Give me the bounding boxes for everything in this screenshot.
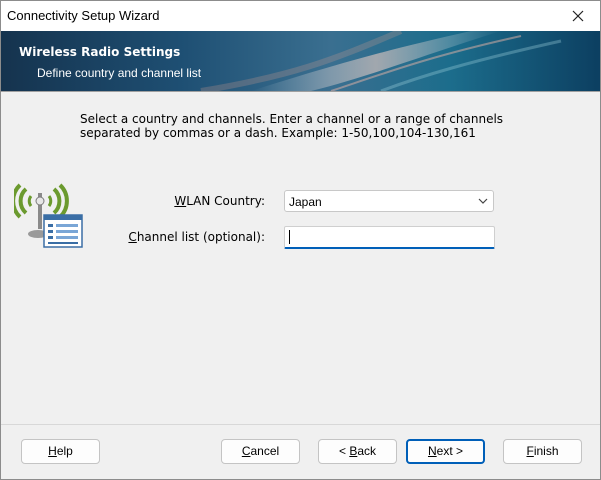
chevron-down-icon [478, 198, 488, 204]
wireless-radio-icon [14, 183, 83, 248]
next-button-label: ext > [436, 444, 464, 458]
channel-list-input[interactable] [284, 226, 495, 249]
back-button[interactable]: < Back [318, 439, 397, 464]
window-title: Connectivity Setup Wizard [7, 8, 160, 23]
channel-list-label-text: hannel list (optional): [136, 230, 265, 244]
text-caret [289, 230, 290, 244]
wlan-country-label: WLAN Country: [151, 194, 265, 208]
instructions-line-2: separated by commas or a dash. Example: … [80, 126, 476, 140]
footer-divider [1, 424, 600, 425]
next-button-mnemonic: N [427, 444, 437, 458]
banner-swoosh-graphic [200, 31, 562, 91]
help-button-label: elp [56, 444, 73, 458]
back-button-label: ack [357, 444, 377, 458]
banner-subtitle: Define country and channel list [37, 66, 202, 80]
finish-button-label: inish [533, 444, 559, 458]
cancel-button-label: ancel [250, 444, 280, 458]
wlan-country-label-mnemonic: W [174, 194, 187, 208]
instructions-line-1: Select a country and channels. Enter a c… [80, 112, 504, 126]
finish-button[interactable]: Finish [503, 439, 582, 464]
close-icon [572, 10, 584, 22]
back-button-prefix: < [338, 444, 350, 458]
channel-list-label: Channel list (optional): [111, 230, 265, 244]
wlan-country-select[interactable]: Japan [284, 190, 494, 212]
close-button[interactable] [556, 1, 600, 31]
next-button[interactable]: Next > [406, 439, 485, 464]
channel-list-label-mnemonic: C [128, 230, 137, 244]
banner-title: Wireless Radio Settings [19, 45, 181, 59]
wlan-country-value: Japan [289, 195, 322, 209]
cancel-button[interactable]: Cancel [221, 439, 300, 464]
title-bar: Connectivity Setup Wizard [1, 1, 600, 31]
finish-button-mnemonic: F [526, 444, 534, 458]
instructions-text: Select a country and channels. Enter a c… [80, 112, 520, 140]
help-button[interactable]: Help [21, 439, 100, 464]
banner-divider [1, 91, 600, 92]
help-button-mnemonic: H [48, 444, 57, 458]
wlan-country-label-text: LAN Country: [186, 194, 265, 208]
header-banner: Wireless Radio Settings Define country a… [1, 31, 600, 91]
wizard-window: Connectivity Setup Wizard Wireless Radio… [0, 0, 601, 480]
